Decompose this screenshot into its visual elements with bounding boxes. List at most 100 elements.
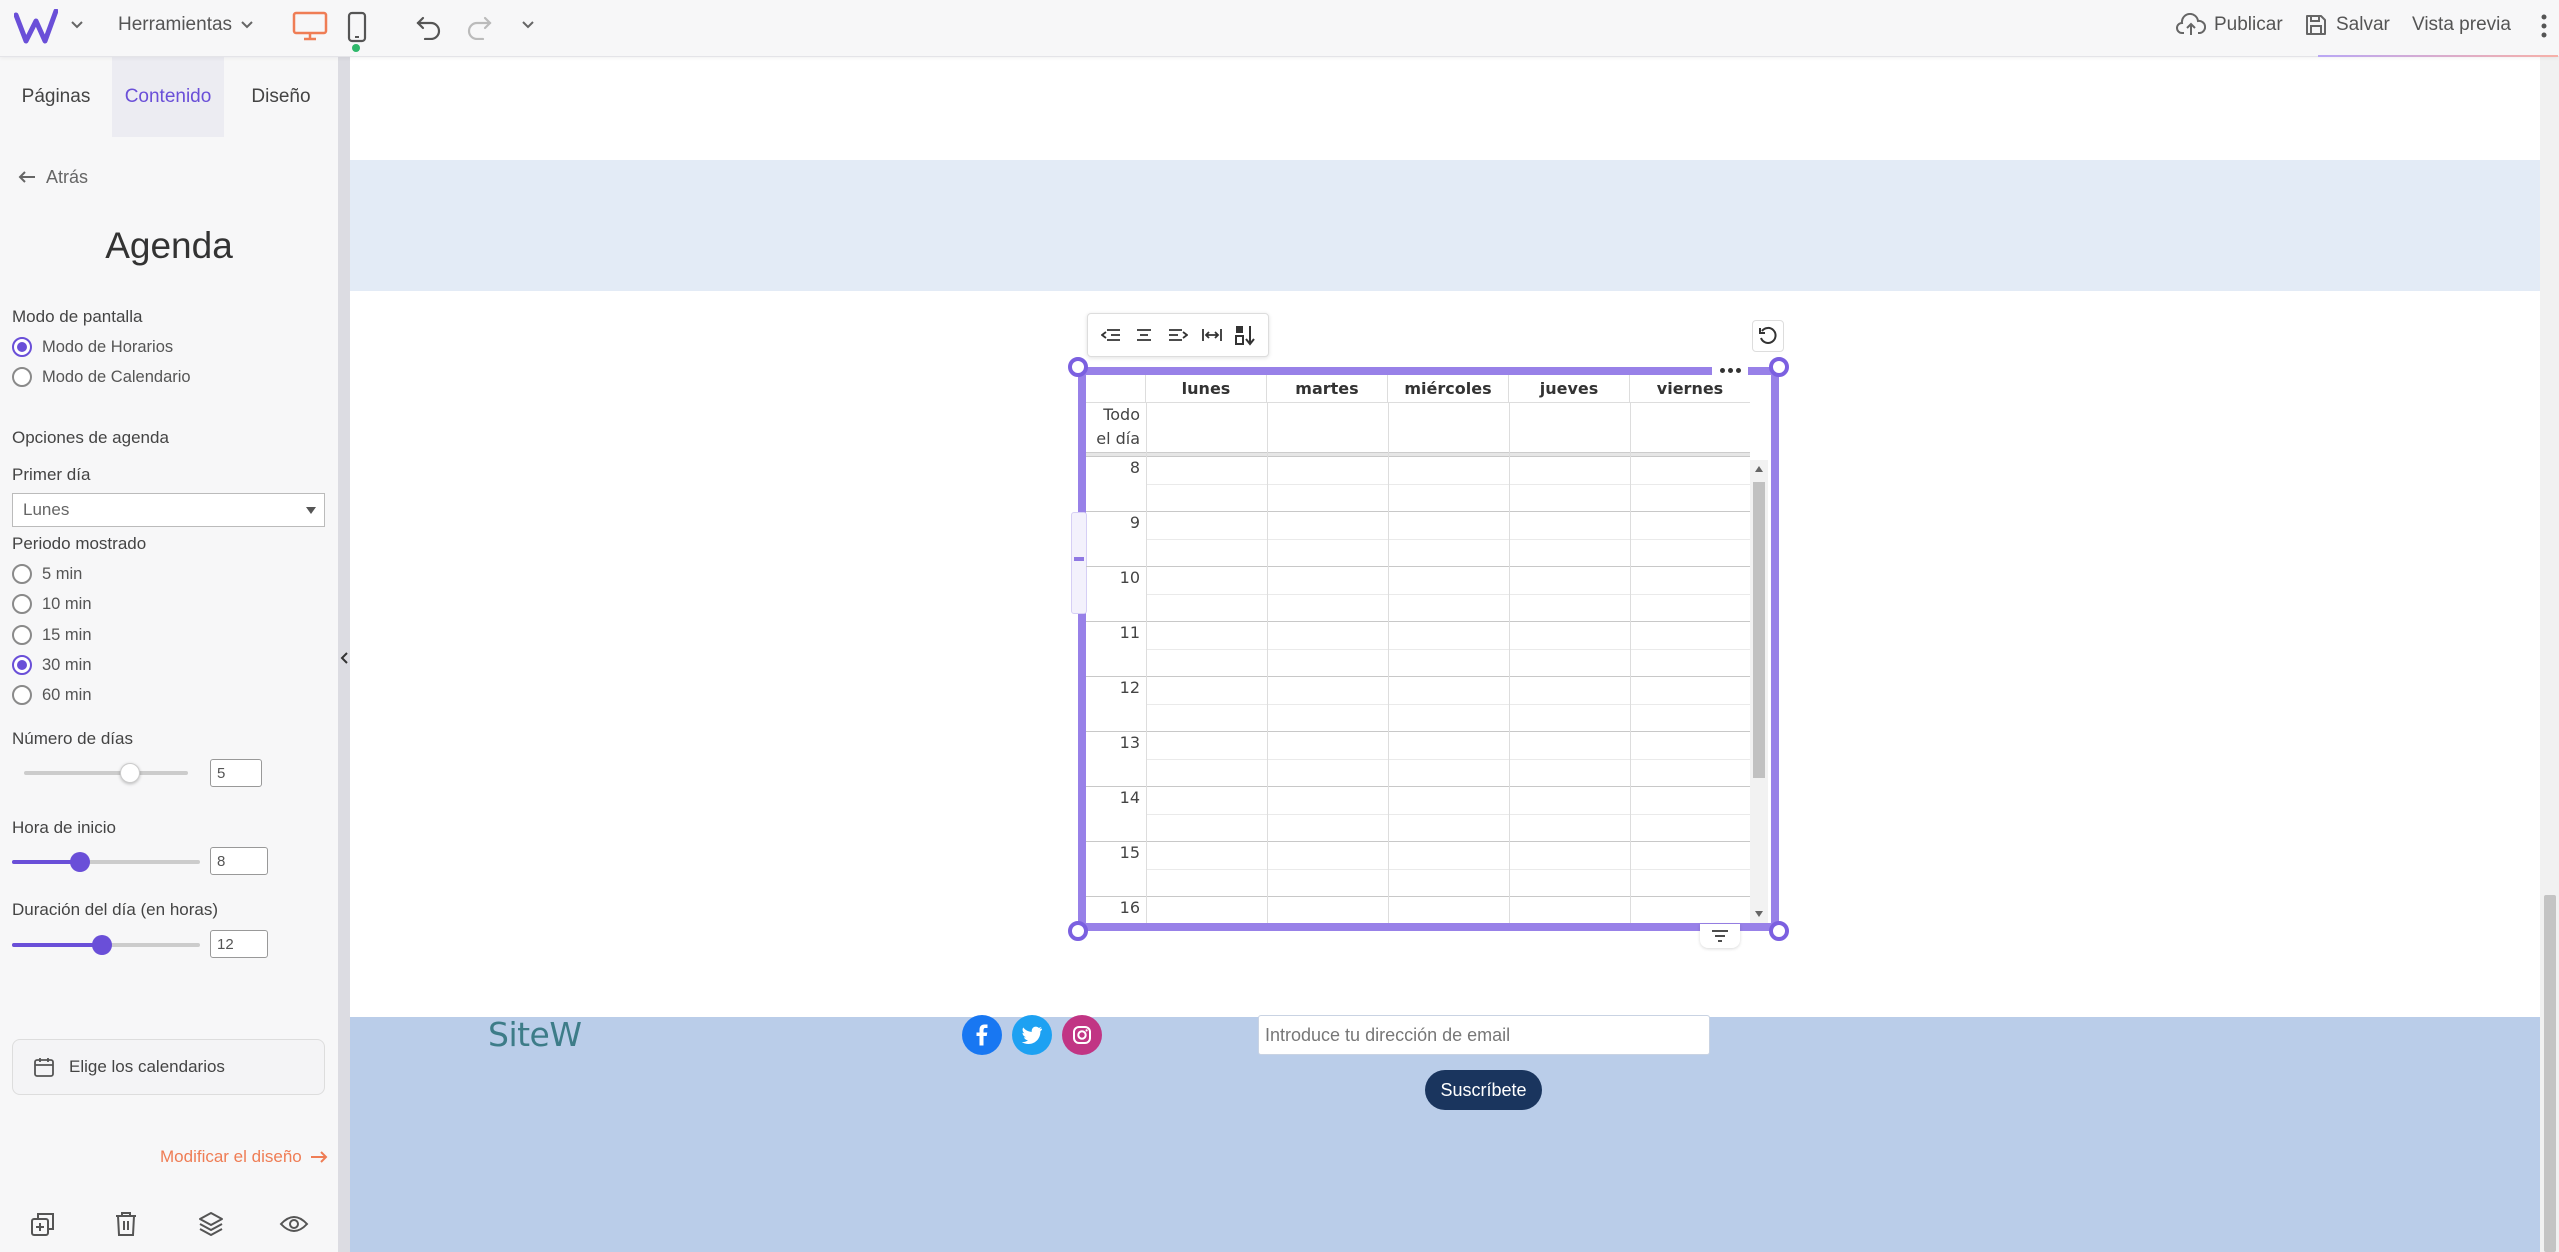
time-slot-cell[interactable] [1267, 566, 1388, 621]
time-slot-cell[interactable] [1388, 456, 1509, 511]
time-slot-cell[interactable] [1388, 896, 1509, 923]
time-slot-cell[interactable] [1630, 456, 1750, 511]
radio-period-60[interactable]: 60 min [12, 683, 92, 707]
time-slot-cell[interactable] [1630, 676, 1750, 731]
time-slot-cell[interactable] [1146, 566, 1267, 621]
time-slot-cell[interactable] [1146, 621, 1267, 676]
redo-icon[interactable] [462, 10, 496, 42]
num-days-input[interactable]: 5 [210, 759, 262, 787]
undo-icon[interactable] [412, 10, 446, 42]
time-slot-cell[interactable] [1267, 511, 1388, 566]
align-left-icon[interactable] [1098, 322, 1124, 348]
time-slot-cell[interactable] [1630, 786, 1750, 841]
radio-button[interactable] [12, 367, 32, 387]
time-slot-cell[interactable] [1267, 896, 1388, 923]
time-slot-cell[interactable] [1630, 896, 1750, 923]
more-options-icon[interactable] [2534, 10, 2554, 42]
radio-period-5[interactable]: 5 min [12, 562, 82, 586]
resize-handle-bottom-left[interactable] [1068, 921, 1088, 941]
time-slot-cell[interactable] [1146, 841, 1267, 896]
time-slot-cell[interactable] [1509, 841, 1630, 896]
resize-handle-bottom-right[interactable] [1769, 921, 1789, 941]
page-scrollbar-thumb[interactable] [2544, 895, 2556, 1252]
radio-period-10[interactable]: 10 min [12, 592, 92, 616]
time-slot-cell[interactable] [1630, 566, 1750, 621]
move-handle[interactable] [1071, 512, 1087, 614]
chevron-down-icon[interactable] [516, 13, 540, 37]
align-right-icon[interactable] [1165, 322, 1191, 348]
time-slot-cell[interactable] [1388, 786, 1509, 841]
time-slot-cell[interactable] [1267, 841, 1388, 896]
save-button[interactable]: Salvar [2304, 10, 2390, 40]
time-slot-cell[interactable] [1630, 621, 1750, 676]
sitew-logo-icon[interactable] [14, 9, 58, 47]
radio-period-15[interactable]: 15 min [12, 623, 92, 647]
duplicate-icon[interactable] [26, 1207, 60, 1241]
slider-thumb[interactable] [70, 852, 90, 872]
sort-order-icon[interactable] [1232, 322, 1258, 348]
time-slot-cell[interactable] [1388, 676, 1509, 731]
time-slot-cell[interactable] [1146, 896, 1267, 923]
scroll-up-icon[interactable] [1755, 466, 1763, 472]
time-slot-cell[interactable] [1509, 566, 1630, 621]
align-center-icon[interactable] [1131, 322, 1157, 348]
scroll-down-icon[interactable] [1755, 911, 1763, 917]
tab-pages[interactable]: Páginas [0, 57, 112, 137]
desktop-view-icon[interactable] [292, 11, 328, 41]
modify-design-link[interactable]: Modificar el diseño [160, 1147, 328, 1167]
radio-button[interactable] [12, 337, 32, 357]
time-slot-cell[interactable] [1509, 676, 1630, 731]
day-duration-input[interactable]: 12 [210, 930, 268, 958]
time-slot-cell[interactable] [1146, 456, 1267, 511]
tab-content[interactable]: Contenido [112, 57, 224, 137]
time-slot-cell[interactable] [1146, 786, 1267, 841]
time-slot-cell[interactable] [1388, 731, 1509, 786]
agenda-scrollbar[interactable] [1750, 460, 1768, 923]
trash-icon[interactable] [109, 1207, 143, 1241]
start-hour-input[interactable]: 8 [210, 847, 268, 875]
start-hour-slider[interactable] [12, 852, 200, 872]
time-slot-cell[interactable] [1630, 731, 1750, 786]
time-slot-cell[interactable] [1267, 731, 1388, 786]
radio-period-30[interactable]: 30 min [12, 653, 92, 677]
radio-button[interactable] [12, 655, 32, 675]
twitter-icon[interactable] [1012, 1015, 1052, 1055]
time-slot-cell[interactable] [1509, 731, 1630, 786]
time-slot-cell[interactable] [1388, 621, 1509, 676]
time-slot-cell[interactable] [1146, 731, 1267, 786]
back-link[interactable]: Atrás [18, 163, 88, 191]
layers-icon[interactable] [194, 1207, 228, 1241]
radio-button[interactable] [12, 685, 32, 705]
radio-schedule-mode[interactable]: Modo de Horarios [12, 335, 173, 359]
tools-menu[interactable]: Herramientas [118, 10, 254, 40]
full-width-icon[interactable] [1199, 322, 1225, 348]
time-slot-cell[interactable] [1146, 511, 1267, 566]
time-slot-cell[interactable] [1388, 511, 1509, 566]
eye-icon[interactable] [277, 1207, 311, 1241]
tab-design[interactable]: Diseño [224, 57, 338, 137]
radio-button[interactable] [12, 594, 32, 614]
time-slot-cell[interactable] [1388, 566, 1509, 621]
widget-settings-icon[interactable] [1700, 924, 1740, 948]
num-days-slider[interactable] [24, 763, 188, 783]
radio-calendar-mode[interactable]: Modo de Calendario [12, 365, 191, 389]
radio-button[interactable] [12, 625, 32, 645]
time-slot-cell[interactable] [1267, 621, 1388, 676]
resize-handle-top-left[interactable] [1068, 357, 1088, 377]
slider-thumb[interactable] [120, 763, 140, 783]
first-day-select[interactable]: Lunes [12, 493, 325, 527]
time-slot-cell[interactable] [1267, 456, 1388, 511]
choose-calendars-button[interactable]: Elige los calendarios [12, 1039, 325, 1095]
time-slot-cell[interactable] [1146, 676, 1267, 731]
time-slot-cell[interactable] [1267, 676, 1388, 731]
reset-icon[interactable] [1752, 320, 1784, 352]
publish-button[interactable]: Publicar [2176, 10, 2283, 40]
chevron-down-icon[interactable] [66, 14, 88, 36]
time-slot-cell[interactable] [1630, 841, 1750, 896]
time-slot-cell[interactable] [1388, 841, 1509, 896]
footer-brand[interactable]: SiteW [488, 1015, 582, 1054]
facebook-icon[interactable] [962, 1015, 1002, 1055]
instagram-icon[interactable] [1062, 1015, 1102, 1055]
resize-handle-top-right[interactable] [1769, 357, 1789, 377]
time-slot-cell[interactable] [1630, 511, 1750, 566]
